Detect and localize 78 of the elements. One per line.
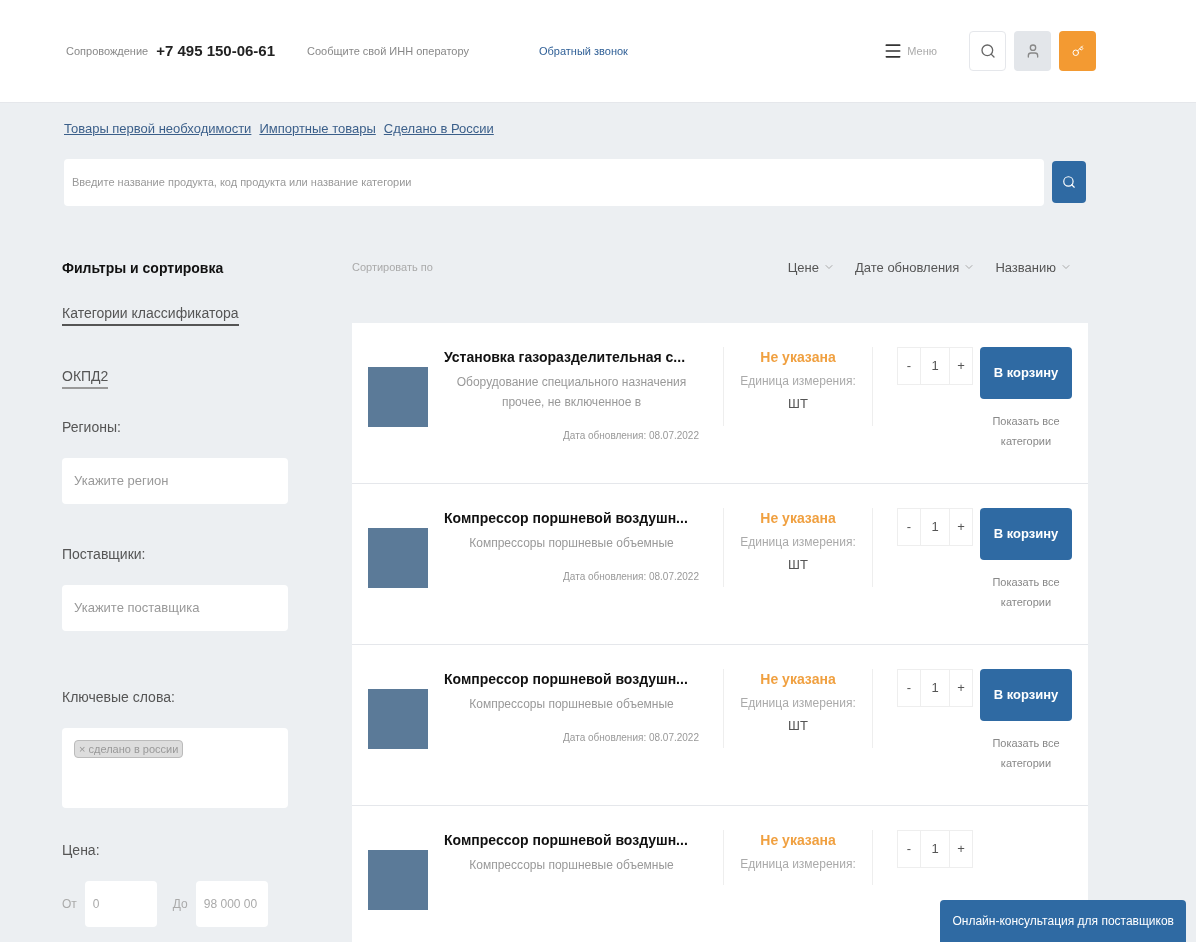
unit-label: Единица измерения:: [740, 534, 856, 551]
update-date: Дата обновления: 08.07.2022: [563, 731, 699, 745]
product-description: Компрессоры поршневые объемные: [468, 535, 675, 552]
quantity-stepper[interactable]: - 1 +: [897, 830, 973, 868]
input-field[interactable]: Укажите регион: [62, 457, 288, 504]
sort-label: Сортировать по: [352, 260, 433, 275]
unit-label: Единица измерения:: [740, 695, 856, 712]
key-icon: [1071, 45, 1084, 57]
quantity-value: 1: [920, 831, 950, 867]
sort-option[interactable]: Названию: [995, 257, 1072, 277]
update-date: Дата обновления: 08.07.2022: [563, 570, 699, 584]
increase-button[interactable]: +: [950, 509, 972, 545]
chat-badge[interactable]: Онлайн-консультация для поставщиков: [940, 900, 1186, 942]
callback-link[interactable]: Обратный звонок: [538, 42, 628, 60]
quantity-stepper[interactable]: - 1 +: [897, 669, 973, 707]
price: Не указана: [760, 670, 836, 689]
field-label: Ключевые слова:: [62, 687, 176, 707]
unit-value: ШТ: [788, 556, 808, 574]
inn-note: Сообщите свой ИНН оператору: [307, 43, 469, 59]
search-submit-button[interactable]: [1052, 160, 1086, 203]
price: Не указана: [760, 831, 836, 850]
quantity-stepper[interactable]: - 1 +: [897, 347, 973, 385]
add-to-cart-button[interactable]: В корзину: [980, 347, 1072, 399]
decrease-button[interactable]: -: [898, 509, 920, 545]
photo-placeholder: [368, 689, 428, 749]
field-label: Поставщики:: [62, 544, 147, 564]
quantity-value: 1: [920, 670, 950, 706]
product-description: Компрессоры поршневые объемные: [468, 696, 675, 713]
product-title[interactable]: Компрессор поршневой воздушн...: [444, 508, 688, 529]
quick-link[interactable]: Импортные товары: [259, 119, 376, 139]
show-all-categories-link[interactable]: Показать все категории: [980, 733, 1072, 773]
photo-placeholder: [368, 367, 428, 427]
product-title[interactable]: Установка газоразделительная с...: [444, 347, 686, 368]
quantity-stepper[interactable]: - 1 +: [897, 508, 973, 546]
quick-link[interactable]: Сделано в России: [383, 119, 494, 139]
decrease-button[interactable]: -: [898, 670, 920, 706]
quantity-value: 1: [920, 509, 950, 545]
search-button[interactable]: [969, 31, 1006, 71]
add-to-cart-button[interactable]: В корзину: [980, 669, 1072, 721]
field-label: Цена:: [62, 840, 101, 860]
search-icon: [979, 43, 996, 59]
product-title[interactable]: Компрессор поршневой воздушн...: [444, 830, 688, 851]
product-title[interactable]: Компрессор поршневой воздушн...: [444, 669, 688, 690]
filter-tab[interactable]: ОКПД2: [62, 365, 109, 389]
input-field[interactable]: Укажите поставщика: [62, 584, 288, 631]
add-to-cart-button[interactable]: В корзину: [980, 508, 1072, 560]
show-all-categories-link[interactable]: Показать все категории: [980, 411, 1072, 451]
unit-label: Единица измерения:: [740, 856, 856, 873]
sort-option[interactable]: Дате обновления: [855, 257, 976, 277]
quick-link[interactable]: Товары первой необходимости: [64, 119, 252, 139]
product-description: Компрессоры поршневые объемные: [468, 857, 675, 874]
unit-value: ШТ: [788, 395, 808, 413]
unit-value: ШТ: [788, 717, 808, 735]
price: Не указана: [760, 509, 836, 528]
decrease-button[interactable]: -: [898, 831, 920, 867]
price: Не указана: [760, 348, 836, 367]
decrease-button[interactable]: -: [898, 348, 920, 384]
show-all-categories-link[interactable]: Показать все категории: [980, 572, 1072, 612]
phone-number[interactable]: +7 495 150-06-61: [156, 39, 276, 63]
filters-title: Фильтры и сортировка: [62, 258, 225, 278]
increase-button[interactable]: +: [950, 670, 972, 706]
filter-tab[interactable]: Категории классификатора: [62, 302, 239, 326]
increase-button[interactable]: +: [950, 831, 972, 867]
increase-button[interactable]: +: [950, 348, 972, 384]
to-label: До: [172, 895, 188, 913]
search-field[interactable]: Введите название продукта, код продукта или название категории: [64, 158, 1044, 206]
photo-placeholder: [368, 528, 428, 588]
update-date: Дата обновления: 08.07.2022: [563, 429, 699, 443]
from-label: От: [62, 895, 77, 913]
field-label: Регионы:: [62, 417, 122, 437]
quantity-value: 1: [920, 348, 950, 384]
product-description: Оборудование специального назначения прочее, не включенное в: [455, 374, 688, 411]
search-icon: [1062, 174, 1076, 189]
sort-option[interactable]: Цене: [787, 257, 835, 277]
account-button[interactable]: [1014, 31, 1051, 71]
unit-label: Единица измерения:: [740, 373, 856, 390]
support-label: Сопровождение: [66, 43, 149, 59]
photo-placeholder: [368, 850, 428, 910]
